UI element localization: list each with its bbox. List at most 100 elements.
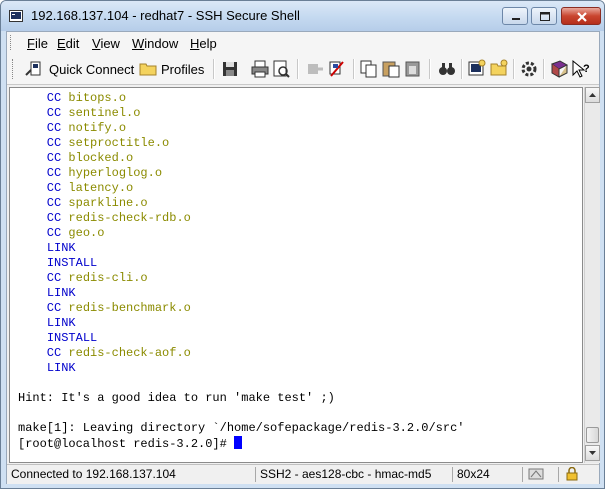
terminal-line: LINK [18, 241, 76, 256]
object-file: blocked.o [68, 151, 134, 165]
scroll-up-icon [589, 93, 596, 97]
toolbar-separator [461, 59, 463, 79]
menu-edit[interactable]: Edit [57, 36, 79, 51]
vertical-scrollbar[interactable] [584, 87, 600, 463]
menu-help[interactable]: Help [190, 36, 217, 51]
new-terminal-icon[interactable] [467, 58, 487, 80]
scroll-up-button[interactable] [585, 87, 600, 103]
object-file: bitops.o [68, 91, 127, 105]
terminal-line: LINK [18, 316, 76, 331]
save-icon[interactable] [221, 58, 239, 80]
maximize-icon [540, 12, 550, 21]
terminal-line: CC blocked.o [18, 151, 133, 166]
title-bar[interactable]: 192.168.137.104 - redhat7 - SSH Secure S… [1, 1, 604, 31]
terminal-line: CC sentinel.o [18, 106, 141, 121]
object-file: redis-benchmark.o [68, 301, 191, 315]
help-book-icon[interactable] [549, 58, 569, 80]
compile-prefix: CC [18, 196, 69, 210]
status-bar: Connected to 192.168.137.104 SSH2 - aes1… [7, 464, 599, 484]
menu-file[interactable]: File [27, 36, 48, 51]
compile-prefix: CC [18, 166, 69, 180]
profiles-button[interactable]: Profiles [137, 58, 207, 80]
transfer-icon [528, 468, 544, 480]
quick-connect-icon [25, 61, 41, 76]
toolbar-separator [513, 59, 515, 79]
terminal-line: make[1]: Leaving directory `/home/sofepa… [18, 421, 464, 436]
menu-bar: File Edit View Window Help [7, 32, 599, 55]
toolbar-separator [213, 59, 215, 79]
menu-window[interactable]: Window [132, 36, 178, 51]
new-file-transfer-icon[interactable] [489, 58, 509, 80]
minimize-button[interactable] [502, 7, 528, 25]
terminal-line: CC redis-check-rdb.o [18, 211, 191, 226]
terminal-size: 80x24 [452, 467, 490, 482]
scroll-thumb[interactable] [586, 427, 599, 443]
client-frame: File Edit View Window Help Quick Connect [6, 31, 600, 484]
terminal-screen[interactable]: CC bitops.o CC sentinel.o CC notify.o CC… [9, 87, 583, 463]
copy-icon[interactable] [359, 58, 379, 80]
terminal-line: CC setproctitle.o [18, 136, 169, 151]
paste-all-icon[interactable] [403, 58, 423, 80]
terminal-line: CC redis-cli.o [18, 271, 148, 286]
terminal-line: LINK [18, 361, 76, 376]
minimize-icon [512, 18, 520, 20]
output-text: make[1]: Leaving directory `/home/sofepa… [18, 421, 465, 435]
scroll-down-button[interactable] [585, 445, 600, 461]
settings-icon[interactable] [519, 58, 539, 80]
build-step: LINK [46, 316, 76, 330]
close-button[interactable] [561, 7, 601, 25]
window-title: 192.168.137.104 - redhat7 - SSH Secure S… [31, 8, 300, 23]
maximize-button[interactable] [531, 7, 557, 25]
compile-prefix: CC [18, 106, 69, 120]
terminal-line: CC latency.o [18, 181, 133, 196]
menu-view[interactable]: View [92, 36, 120, 51]
text-cursor [234, 436, 243, 449]
context-help-icon[interactable]: ? [571, 58, 591, 80]
toolbar: Quick Connect Profiles ? [7, 54, 599, 85]
cipher-status: SSH2 - aes128-cbc - hmac-md5 [255, 467, 431, 482]
terminal-line: CC geo.o [18, 226, 105, 241]
ssh-app-icon [9, 10, 23, 22]
close-icon [577, 12, 587, 22]
paste-icon[interactable] [381, 58, 401, 80]
connect-icon[interactable] [327, 58, 347, 80]
toolbar-separator [543, 59, 545, 79]
ssh-client-window: 192.168.137.104 - redhat7 - SSH Secure S… [0, 0, 605, 489]
compile-prefix: CC [18, 91, 69, 105]
object-file: setproctitle.o [68, 136, 170, 150]
print-icon[interactable] [250, 58, 270, 80]
terminal-line: CC notify.o [18, 121, 126, 136]
compile-prefix: CC [18, 121, 69, 135]
object-file: latency.o [68, 181, 134, 195]
terminal-line: CC redis-benchmark.o [18, 301, 191, 316]
toolbar-separator [429, 59, 431, 79]
toolbar-separator [353, 59, 355, 79]
transfer-indicator [522, 467, 559, 482]
object-file: sentinel.o [68, 106, 141, 120]
build-step: INSTALL [46, 256, 98, 270]
shell-prompt: [root@localhost redis-3.2.0]# [18, 437, 235, 451]
find-icon[interactable] [437, 58, 457, 80]
compile-prefix: CC [18, 346, 69, 360]
disconnect-icon[interactable] [305, 58, 325, 80]
print-preview-icon[interactable] [271, 58, 291, 80]
build-step: LINK [46, 241, 76, 255]
compile-prefix: CC [18, 226, 69, 240]
build-step: LINK [46, 286, 76, 300]
terminal-line: [root@localhost redis-3.2.0]# [18, 436, 243, 451]
toolbar-grip[interactable] [12, 59, 16, 79]
menu-grip[interactable] [10, 35, 14, 50]
terminal-line: INSTALL [18, 256, 97, 271]
svg-text:?: ? [583, 63, 590, 75]
compile-prefix: CC [18, 271, 69, 285]
object-file: sparkline.o [68, 196, 148, 210]
terminal-line: Hint: It's a good idea to run 'make test… [18, 391, 335, 406]
object-file: notify.o [68, 121, 127, 135]
quick-connect-button[interactable]: Quick Connect [23, 58, 134, 80]
compile-prefix: CC [18, 181, 69, 195]
compile-prefix: CC [18, 151, 69, 165]
terminal-line: CC sparkline.o [18, 196, 148, 211]
terminal-line: CC redis-check-aof.o [18, 346, 191, 361]
terminal-line: CC bitops.o [18, 91, 126, 106]
lock-icon [566, 466, 578, 481]
